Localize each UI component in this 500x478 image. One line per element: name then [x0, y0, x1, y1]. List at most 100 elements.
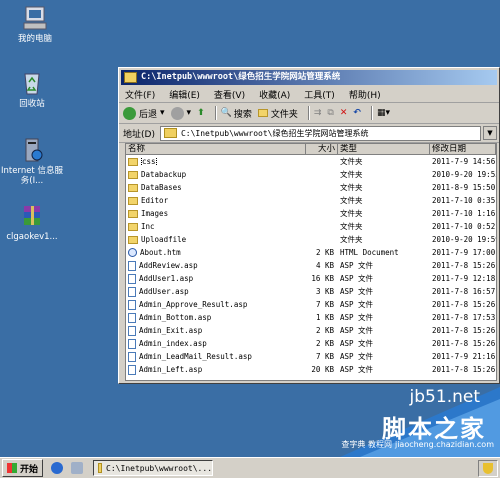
file-name-cell: Admin_index.asp	[126, 338, 306, 349]
up-button[interactable]: ⬆	[197, 108, 205, 118]
address-label: 地址(D)	[123, 129, 155, 140]
file-name: css	[141, 157, 157, 166]
file-row[interactable]: AddUser.asp 3 KB ASP 文件 2011-7-8 16:57	[126, 285, 496, 298]
column-header-date[interactable]: 修改日期	[430, 144, 496, 155]
start-label: 开始	[20, 464, 39, 475]
menu-tools[interactable]: 工具(T)	[304, 88, 335, 101]
file-name-cell: Databackup	[126, 170, 306, 179]
recycle-bin-icon	[17, 70, 47, 96]
file-name-cell: AddUser.asp	[126, 286, 306, 297]
forward-button[interactable]: ▾	[170, 106, 192, 120]
file-row[interactable]: Admin_Approve_Result.asp 7 KB ASP 文件 2011-7…	[126, 298, 496, 311]
file-row[interactable]: DataBases 文件夹 2011-8-9 15:50	[126, 181, 496, 194]
column-header-name[interactable]: 名称	[126, 144, 306, 155]
file-date: 2011-8-9 15:50	[432, 183, 496, 192]
file-row[interactable]: Editor 文件夹 2011-7-10 0:35	[126, 194, 496, 207]
undo-button[interactable]: ↶	[353, 108, 361, 118]
address-input[interactable]: C:\Inetpub\wwwroot\绿色招生学院网站管理系统	[159, 125, 481, 141]
file-type: 文件夹	[340, 209, 363, 218]
ie-quicklaunch-icon[interactable]	[51, 462, 64, 474]
iis-icon	[17, 137, 47, 163]
folder-icon	[128, 223, 138, 231]
file-type: 文件夹	[340, 235, 363, 244]
folder-icon	[128, 171, 138, 179]
file-row[interactable]: Databackup 文件夹 2010-9-20 19:55	[126, 168, 496, 181]
file-row[interactable]: Admin_index.asp 2 KB ASP 文件 2011-7-8 15:26	[126, 337, 496, 350]
file-name-cell: Uploadfile	[126, 235, 306, 244]
file-name: Admin_LeadMail_Result.asp	[139, 351, 252, 361]
window-titlebar[interactable]: C:\Inetpub\wwwroot\绿色招生学院网站管理系统	[121, 70, 497, 85]
chevron-down-icon: ▾	[186, 108, 192, 118]
menu-help[interactable]: 帮助(H)	[349, 88, 381, 101]
file-date: 2011-7-9 12:18	[432, 274, 496, 283]
file-row[interactable]: Admin_LeadMail_Result.asp 7 KB ASP 文件 2011-…	[126, 350, 496, 363]
copy-to-icon: ⧉	[327, 108, 334, 118]
watermark-url: 查字典 教程网 jiaocheng.chazidian.com	[341, 439, 494, 450]
taskbar-task-explorer[interactable]: C:\Inetpub\wwwroot\...	[93, 460, 214, 476]
column-header-size[interactable]: 大小	[306, 144, 338, 155]
my-computer-icon	[20, 5, 50, 31]
file-name: Images	[141, 209, 169, 218]
file-name: Admin_Bottom.asp	[139, 312, 212, 322]
desktop-icon-recycle-bin[interactable]: 回收站	[0, 70, 67, 109]
file-date: 2011-7-8 15:26	[432, 300, 496, 309]
views-button[interactable]: ▦ ▾	[377, 108, 390, 118]
file-name: Inc	[141, 222, 155, 231]
file-type: ASP 文件	[340, 313, 374, 322]
folder-icon	[128, 197, 138, 205]
file-row[interactable]: Inc 文件夹 2011-7-10 0:52	[126, 220, 496, 233]
file-row[interactable]: css 文件夹 2011-7-9 14:56	[126, 155, 496, 168]
file-name: AddUser.asp	[139, 286, 189, 296]
file-date: 2011-7-8 16:57	[432, 287, 496, 296]
file-row[interactable]: Images 文件夹 2011-7-10 1:16	[126, 207, 496, 220]
file-row[interactable]: Admin_Bottom.asp 1 KB ASP 文件 2011-7-8 17:53	[126, 311, 496, 324]
file-row[interactable]: AddReview.asp 4 KB ASP 文件 2011-7-8 15:26	[126, 259, 496, 272]
folders-button[interactable]: 文件夹	[257, 107, 298, 120]
toolbar-separator	[214, 106, 217, 120]
file-type: ASP 文件	[340, 326, 374, 335]
desktop-icon-archive[interactable]: clgaokev1...	[0, 203, 67, 242]
file-name-cell: Inc	[126, 222, 306, 231]
file-name: Uploadfile	[141, 235, 187, 244]
file-name-cell: Images	[126, 209, 306, 218]
file-name: AddReview.asp	[139, 260, 198, 270]
search-icon: 🔍	[220, 108, 232, 118]
html-document-icon	[128, 248, 137, 258]
column-header-type[interactable]: 类型	[338, 144, 430, 155]
start-button[interactable]: 开始	[2, 459, 44, 477]
file-name: AddUser1.asp	[139, 273, 194, 283]
file-name: About.htm	[140, 247, 181, 257]
delete-button[interactable]: ✕	[340, 108, 348, 118]
file-date: 2011-7-8 17:53	[432, 313, 496, 322]
file-date: 2011-7-9 21:16	[432, 352, 496, 361]
move-to-button[interactable]: ⇉	[314, 108, 322, 118]
file-size: 4 KB	[315, 261, 334, 270]
menu-favorites[interactable]: 收藏(A)	[259, 88, 290, 101]
file-name: Admin_Approve_Result.asp	[139, 299, 248, 309]
folder-icon	[128, 158, 138, 166]
file-row[interactable]: AddUser1.asp 16 KB ASP 文件 2011-7-9 12:18	[126, 272, 496, 285]
file-row[interactable]: Uploadfile 文件夹 2010-9-20 19:59	[126, 233, 496, 246]
file-name: Admin_index.asp	[139, 338, 207, 348]
folder-icon	[98, 463, 103, 473]
desktop-icon-iis[interactable]: Internet 信息服务(I...	[0, 137, 67, 186]
desktop-icon-label: Internet 信息服务(I...	[1, 166, 63, 186]
column-header-row: 名称 大小 类型 修改日期	[126, 144, 496, 155]
file-row[interactable]: Admin_Exit.asp 2 KB ASP 文件 2011-7-8 15:26	[126, 324, 496, 337]
asp-file-icon	[128, 351, 136, 362]
copy-to-button[interactable]: ⧉	[327, 108, 333, 118]
file-date: 2010-9-20 19:55	[432, 170, 496, 179]
watermark-site: jb51.net	[409, 387, 480, 407]
back-button[interactable]: 后退 ▾	[123, 106, 165, 120]
desktop-icon-my-computer[interactable]: 我的电脑	[0, 5, 70, 44]
menu-edit[interactable]: 编辑(E)	[169, 88, 200, 101]
file-row[interactable]: About.htm 2 KB HTML Document 2011-7-9 17:00	[126, 246, 496, 259]
address-dropdown-button[interactable]: ▼	[483, 126, 497, 140]
show-desktop-icon[interactable]	[71, 462, 84, 474]
menu-file[interactable]: 文件(F)	[125, 88, 155, 101]
shield-icon[interactable]	[483, 463, 493, 474]
menu-view[interactable]: 查看(V)	[214, 88, 245, 101]
file-date: 2011-7-9 17:00	[432, 248, 496, 257]
file-size: 2 KB	[315, 326, 334, 335]
search-button[interactable]: 🔍 搜索	[221, 107, 252, 120]
